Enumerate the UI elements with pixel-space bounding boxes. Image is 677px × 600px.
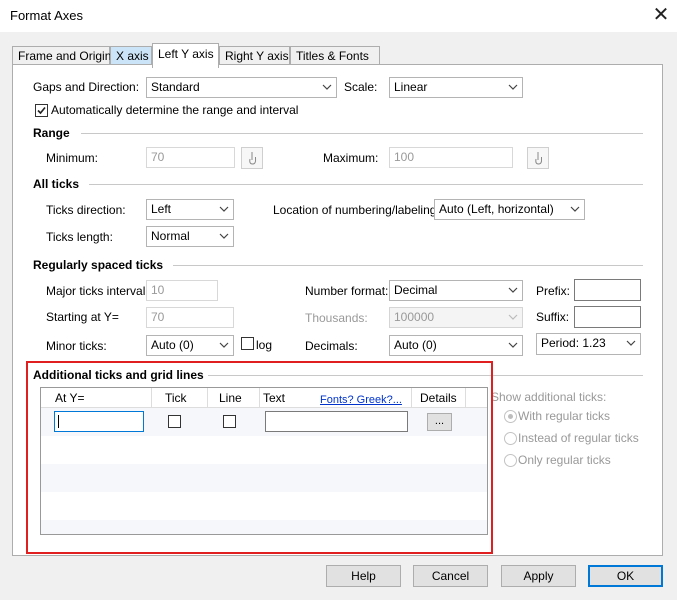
radio-instead-of-regular[interactable] <box>504 432 517 445</box>
number-format-value: Decimal <box>394 283 438 297</box>
gaps-direction-select[interactable]: Standard <box>146 77 337 98</box>
tab-left-y-axis[interactable]: Left Y axis <box>152 43 219 68</box>
close-icon[interactable]: ✕ <box>648 2 674 28</box>
number-format-select[interactable]: Decimal <box>389 280 523 301</box>
chevron-down-icon <box>508 281 518 300</box>
suffix-label: Suffix: <box>536 310 570 324</box>
scale-value: Linear <box>394 80 428 94</box>
pointer-hand-icon <box>249 152 257 165</box>
help-button[interactable]: Help <box>326 565 401 587</box>
pointer-hand-icon <box>535 152 543 165</box>
range-heading: Range <box>33 126 70 140</box>
log-checkbox[interactable] <box>241 337 254 350</box>
minimum-input[interactable]: 70 <box>146 147 235 168</box>
minor-ticks-select[interactable]: Auto (0) <box>146 335 234 356</box>
ticks-direction-label: Ticks direction: <box>46 203 126 217</box>
divider <box>89 184 643 185</box>
radio-instead-of-regular-label: Instead of regular ticks <box>518 431 639 445</box>
prefix-input[interactable] <box>574 279 641 301</box>
chevron-down-icon <box>322 78 332 97</box>
gaps-label: Gaps and Direction: <box>33 80 140 94</box>
scale-select[interactable]: Linear <box>389 77 523 98</box>
prefix-label: Prefix: <box>536 284 571 298</box>
cancel-button[interactable]: Cancel <box>413 565 488 587</box>
ok-button[interactable]: OK <box>588 565 663 587</box>
minor-ticks-label: Minor ticks: <box>46 339 107 353</box>
maximum-label: Maximum: <box>323 151 379 165</box>
title-bar <box>0 0 677 32</box>
show-additional-label: Show additional ticks: <box>491 390 607 404</box>
location-select[interactable]: Auto (Left, horizontal) <box>434 199 585 220</box>
range-picker-button[interactable] <box>241 147 263 169</box>
radio-only-regular[interactable] <box>504 454 517 467</box>
location-value: Auto (Left, horizontal) <box>439 202 554 216</box>
decimals-select[interactable]: Auto (0) <box>389 335 523 356</box>
suffix-input[interactable] <box>574 306 641 328</box>
period-value: Period: 1.23 <box>541 336 606 350</box>
radio-only-regular-label: Only regular ticks <box>518 453 611 467</box>
range-picker-button[interactable] <box>527 147 549 169</box>
chevron-down-icon <box>219 227 229 246</box>
ticks-length-value: Normal <box>151 229 190 243</box>
chevron-down-icon <box>570 200 580 219</box>
ticks-length-select[interactable]: Normal <box>146 226 234 247</box>
auto-range-label: Automatically determine the range and in… <box>51 103 299 117</box>
chevron-down-icon <box>508 336 518 355</box>
checkmark-icon <box>37 106 46 115</box>
number-format-label: Number format: <box>305 284 389 298</box>
decimals-value: Auto (0) <box>394 338 437 352</box>
highlight-frame <box>26 361 493 554</box>
ticks-length-label: Ticks length: <box>46 230 113 244</box>
minimum-label: Minimum: <box>46 151 99 165</box>
thousands-value: 100000 <box>394 310 435 324</box>
decimals-label: Decimals: <box>305 339 358 353</box>
location-label: Location of numbering/labeling: <box>273 203 440 217</box>
thousands-label: Thousands: <box>305 311 368 325</box>
auto-range-checkbox[interactable] <box>35 104 48 117</box>
all-ticks-heading: All ticks <box>33 177 80 191</box>
chevron-down-icon <box>219 200 229 219</box>
chevron-down-icon <box>626 334 636 353</box>
chevron-down-icon <box>508 308 518 327</box>
major-interval-input[interactable]: 10 <box>146 280 218 301</box>
gaps-direction-value: Standard <box>151 80 200 94</box>
starting-at-label: Starting at Y= <box>46 310 119 324</box>
radio-with-regular[interactable] <box>504 410 517 423</box>
divider <box>81 133 643 134</box>
minor-ticks-value: Auto (0) <box>151 338 194 352</box>
regular-ticks-heading: Regularly spaced ticks <box>33 258 164 272</box>
window-title: Format Axes <box>10 8 83 23</box>
major-interval-label: Major ticks interval: <box>46 284 149 298</box>
ticks-direction-select[interactable]: Left <box>146 199 234 220</box>
ticks-direction-value: Left <box>151 202 172 216</box>
maximum-input[interactable]: 100 <box>389 147 513 168</box>
log-label: log <box>256 338 273 352</box>
thousands-select[interactable]: 100000 <box>389 307 523 328</box>
chevron-down-icon <box>508 78 518 97</box>
chevron-down-icon <box>219 336 229 355</box>
apply-button[interactable]: Apply <box>501 565 576 587</box>
starting-at-input[interactable]: 70 <box>146 307 234 328</box>
scale-label: Scale: <box>344 80 378 94</box>
period-select[interactable]: Period: 1.23 <box>536 333 641 355</box>
radio-with-regular-label: With regular ticks <box>518 409 611 423</box>
divider <box>173 265 643 266</box>
